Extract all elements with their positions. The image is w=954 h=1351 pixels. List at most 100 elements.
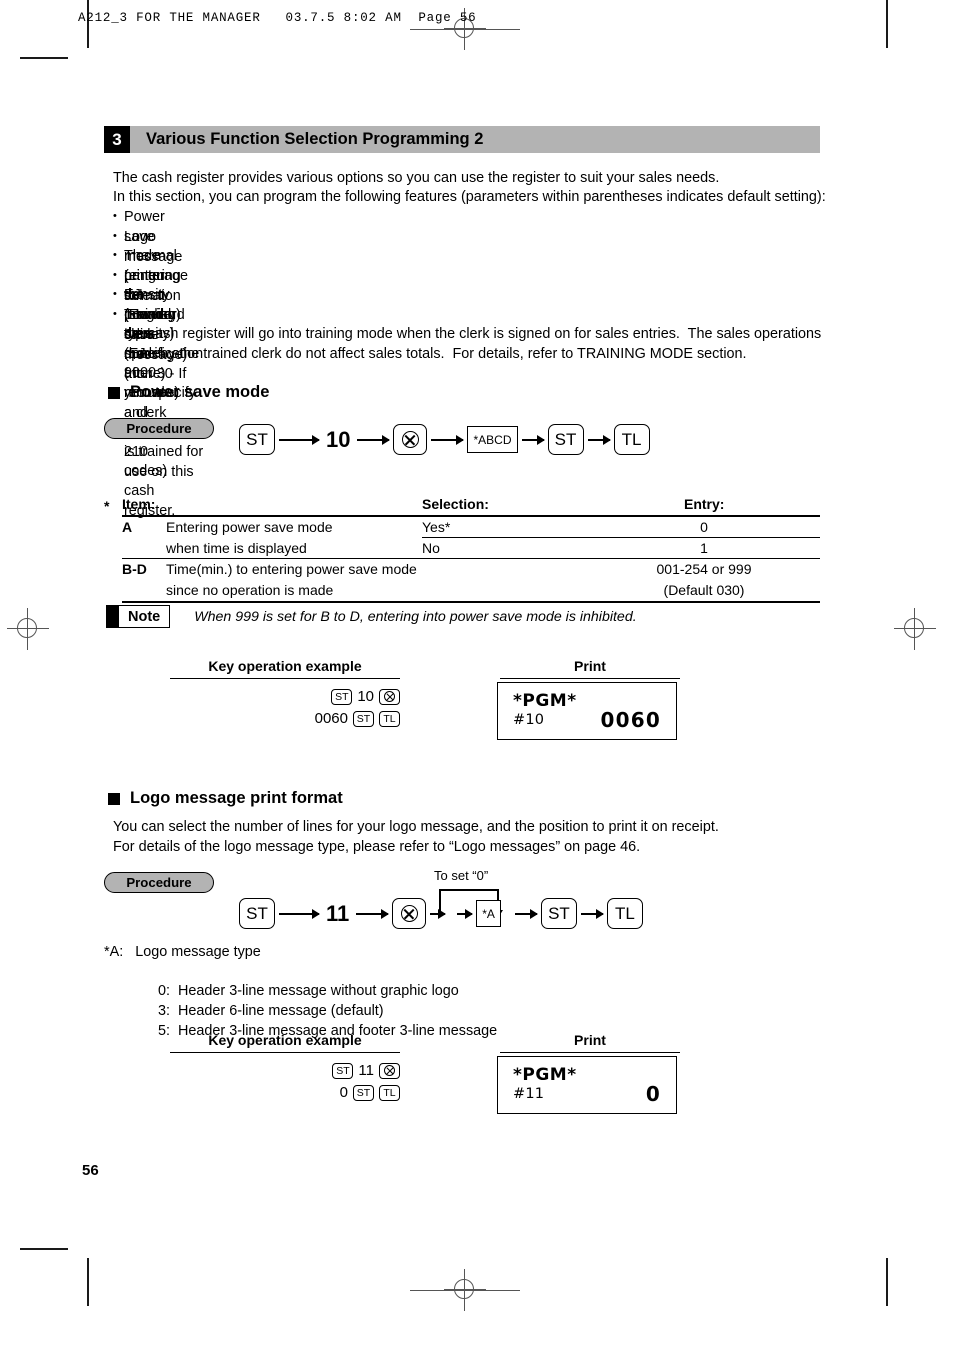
flow-arrow-7 xyxy=(356,912,389,915)
key-st-4: ST xyxy=(540,898,577,929)
crop-mark-top-left-horizontal xyxy=(20,57,68,59)
multiply-icon xyxy=(400,905,418,922)
loop-line-top xyxy=(439,889,498,891)
table-row-a-entry-1: 0 xyxy=(700,519,708,535)
section-title-bar: 3 Various Function Selection Programming… xyxy=(104,126,820,153)
page-number: 56 xyxy=(82,1162,99,1179)
flow-arrow-10 xyxy=(514,912,537,915)
table-row-a-selection-1: Yes* xyxy=(422,519,451,535)
logo-intro-line-1: You can select the number of lines for y… xyxy=(113,819,719,835)
table-row-a-entry-2: 1 xyxy=(700,540,708,556)
key-number-11: 11 xyxy=(358,1062,374,1079)
key-st-1: ST xyxy=(239,424,275,455)
table-rule-a-sub xyxy=(422,537,820,539)
key-example-line-1-logo: ST 11 xyxy=(200,1062,400,1079)
flow-arrow-6 xyxy=(279,912,319,915)
flow-arrow-8 xyxy=(430,912,446,915)
key-tl: TL xyxy=(613,424,650,455)
table-row-a-desc-2: when time is displayed xyxy=(166,540,307,556)
flow-number-11: 11 xyxy=(326,900,350,926)
crop-mark-top-right-vertical xyxy=(886,0,888,48)
key-st-small-1: ST xyxy=(331,688,353,705)
multiply-icon xyxy=(384,691,395,702)
key-value-0060: 0060 xyxy=(314,710,348,727)
flow-number-10: 10 xyxy=(326,426,351,452)
key-example-line-2-logo: 0 ST TL xyxy=(200,1084,400,1101)
crop-mark-bottom-right-vertical xyxy=(886,1258,888,1306)
crop-mark-bottom-left-vertical xyxy=(87,1258,89,1306)
key-multiply-small-2 xyxy=(379,1062,400,1079)
intro-line-1: The cash register provides various optio… xyxy=(113,170,720,186)
registration-mark-bottom xyxy=(444,1269,486,1311)
logo-type-code-5: 5: xyxy=(158,1022,171,1039)
key-multiply-2 xyxy=(392,898,427,929)
procedure-flow-logo: ST 11 *A ST TL xyxy=(239,898,643,929)
table-row-a-desc-1: Entering power save mode xyxy=(166,519,333,535)
training-clerk-cont-line-2: done by the trained clerk do not affect … xyxy=(124,346,747,362)
multiply-icon xyxy=(401,431,419,448)
key-operation-rule-1 xyxy=(170,678,400,680)
print-rule-1 xyxy=(500,678,680,680)
table-row-a-selection-2: No xyxy=(422,540,440,556)
receipt-title-2: *PGM* xyxy=(513,1065,577,1085)
note-label: Note xyxy=(119,606,170,627)
document-header-text: A212_3 FOR THE MANAGER 03.7.5 8:02 AM Pa… xyxy=(78,11,477,25)
key-multiply-small-1 xyxy=(379,688,400,705)
flow-arrow-11 xyxy=(580,912,603,915)
key-number-10: 10 xyxy=(357,688,374,705)
key-tl-small-1: TL xyxy=(379,710,400,727)
heading-power-save-mode-label: Power save mode xyxy=(130,383,270,401)
heading-power-save-mode: Power save mode xyxy=(108,383,269,402)
bullet-square-icon xyxy=(108,386,120,399)
procedure-badge-logo: Procedure xyxy=(104,872,214,893)
table-row-bd-desc-2: since no operation is made xyxy=(166,582,334,598)
page-title: Various Function Selection Programming 2 xyxy=(130,126,820,153)
key-operation-rule-2 xyxy=(170,1052,400,1054)
parameter-box-abcd: *ABCD xyxy=(467,426,518,453)
key-st-small-3: ST xyxy=(332,1062,354,1079)
print-receipt-power-save: *PGM* #10 0060 xyxy=(497,682,677,740)
table-header-selection: Selection: xyxy=(422,496,489,512)
table-row-item-a: A xyxy=(122,519,133,535)
parameter-table: * Item: Selection: Entry: A Entering pow… xyxy=(104,496,820,603)
table-header-item: Item: xyxy=(122,496,156,512)
key-example-line-1-power-save: ST 10 xyxy=(200,688,400,705)
flow-arrow-3 xyxy=(431,438,464,441)
table-row-item-bd: B-D xyxy=(122,561,147,577)
logo-type-label: *A: Logo message type xyxy=(104,944,261,960)
multiply-icon xyxy=(384,1065,395,1076)
note-block: Note When 999 is set for B to D, enterin… xyxy=(106,605,637,628)
table-rule-top xyxy=(122,515,820,517)
flow-arrow-1 xyxy=(279,438,319,441)
crop-mark-bottom-left-horizontal xyxy=(20,1248,68,1250)
table-rule-bottom xyxy=(122,601,820,603)
key-st-3: ST xyxy=(239,898,275,929)
key-st-small-2: ST xyxy=(353,710,374,727)
section-number: 3 xyxy=(104,126,130,153)
heading-logo-message-print-format: Logo message print format xyxy=(108,789,343,808)
key-operation-header-1: Key operation example xyxy=(208,658,362,674)
key-example-line-2-power-save: 0060 ST TL xyxy=(200,710,400,727)
key-operation-header-2: Key operation example xyxy=(208,1032,362,1048)
flow-arrow-9 xyxy=(457,912,473,915)
heading-logo-message-label: Logo message print format xyxy=(130,789,343,807)
registration-mark-right xyxy=(894,608,936,650)
table-row-bd-desc-1: Time(min.) to entering power save mode xyxy=(166,561,417,577)
procedure-flow-power-save: ST 10 *ABCD ST TL xyxy=(239,424,650,455)
key-tl-2: TL xyxy=(606,898,643,929)
registration-mark-left xyxy=(7,608,49,650)
note-badge: Note xyxy=(106,605,171,628)
logo-intro-line-2: For details of the logo message type, pl… xyxy=(113,839,641,855)
key-st-2: ST xyxy=(547,424,584,455)
flow-arrow-5 xyxy=(587,438,610,441)
note-text: When 999 is set for B to D, entering int… xyxy=(194,608,637,625)
print-header-2: Print xyxy=(574,1032,606,1048)
key-value-0: 0 xyxy=(339,1084,348,1101)
table-rule-a-bottom xyxy=(122,558,820,560)
print-rule-2 xyxy=(500,1052,680,1054)
receipt-title-1: *PGM* xyxy=(513,691,577,711)
receipt-value-1: 0060 xyxy=(600,708,661,732)
note-bar-icon xyxy=(107,606,119,627)
table-asterisk: * xyxy=(104,498,110,514)
procedure-badge-power-save: Procedure xyxy=(104,418,214,439)
